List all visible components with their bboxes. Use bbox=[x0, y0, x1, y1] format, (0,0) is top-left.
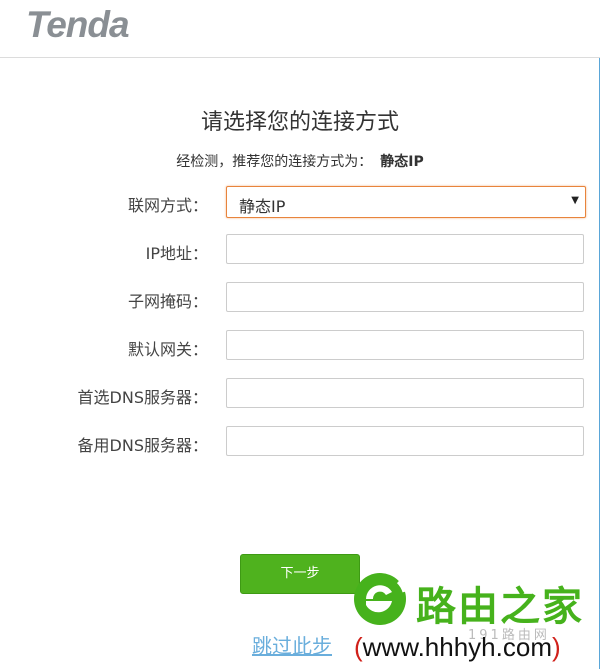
connection-type-select[interactable]: 静态IP ▼ bbox=[226, 186, 586, 218]
primary-dns-input[interactable] bbox=[226, 378, 584, 408]
caret-down-icon: ▼ bbox=[571, 195, 579, 206]
watermark-paren-close: ) bbox=[551, 632, 561, 662]
ip-address-input[interactable] bbox=[226, 234, 584, 264]
detect-text: 经检测，推荐您的连接方式为： bbox=[176, 154, 373, 170]
header: Tenda bbox=[0, 0, 600, 58]
secondary-dns-input[interactable] bbox=[226, 426, 584, 456]
next-step-button[interactable]: 下一步 bbox=[240, 554, 360, 594]
secondary-dns-label: 备用DNS服务器： bbox=[77, 436, 208, 455]
watermark-paren-open: ( bbox=[354, 632, 363, 662]
connection-type-row: 联网方式： 静态IP ▼ bbox=[0, 186, 600, 218]
default-gateway-row: 默认网关： bbox=[0, 330, 600, 362]
primary-dns-row: 首选DNS服务器： bbox=[0, 378, 600, 410]
default-gateway-label: 默认网关： bbox=[127, 340, 208, 359]
tenda-logo: Tenda bbox=[26, 4, 130, 45]
detect-message: 经检测，推荐您的连接方式为： 静态IP bbox=[0, 151, 600, 171]
subnet-mask-label: 子网掩码： bbox=[127, 292, 208, 311]
watermark-url: (www.hhhyh.com) bbox=[354, 632, 561, 663]
subnet-mask-input[interactable] bbox=[226, 282, 584, 312]
connection-type-value: 静态IP bbox=[239, 197, 286, 216]
watermark-url-text: www.hhhyh.com bbox=[362, 632, 552, 662]
primary-dns-label: 首选DNS服务器： bbox=[77, 388, 208, 407]
ip-address-label: IP地址： bbox=[145, 244, 208, 263]
connection-type-label: 联网方式： bbox=[127, 196, 208, 215]
subnet-mask-row: 子网掩码： bbox=[0, 282, 600, 314]
setup-page: Tenda 请选择您的连接方式 经检测，推荐您的连接方式为： 静态IP 联网方式：… bbox=[0, 0, 600, 669]
page-title: 请选择您的连接方式 bbox=[200, 110, 399, 135]
secondary-dns-row: 备用DNS服务器： bbox=[0, 426, 600, 458]
router-home-logo-icon bbox=[354, 573, 406, 625]
detect-value: 静态IP bbox=[380, 154, 424, 170]
default-gateway-input[interactable] bbox=[226, 330, 584, 360]
skip-step-link[interactable]: 跳过此步 bbox=[252, 630, 332, 659]
ip-address-row: IP地址： bbox=[0, 234, 600, 266]
watermark: 路由之家 191路由网 (www.hhhyh.com) bbox=[350, 568, 600, 669]
